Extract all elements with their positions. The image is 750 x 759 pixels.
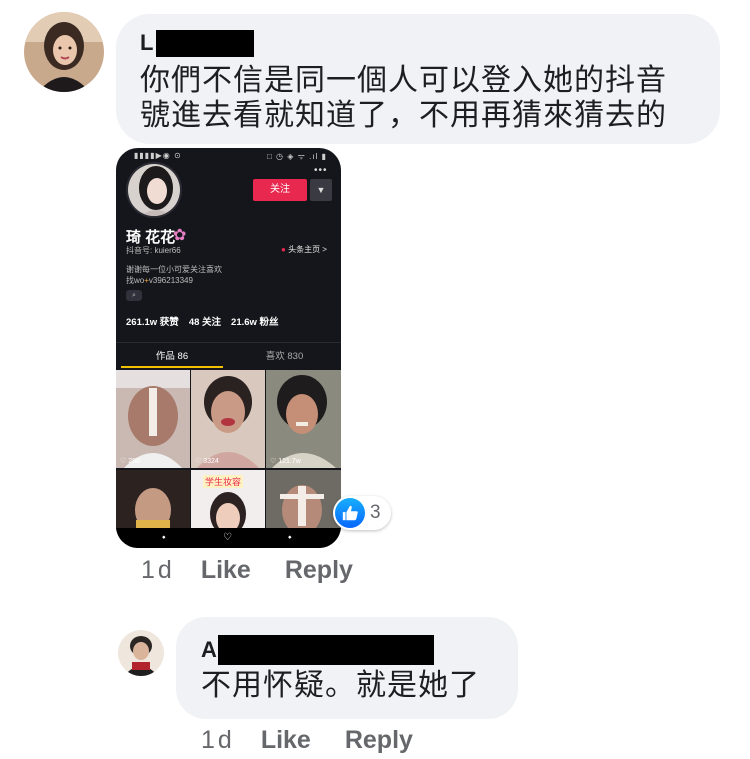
comment-bubble: A 不用怀疑。就是她了 — [176, 617, 518, 719]
toutiao-icon: ● — [281, 245, 286, 254]
redaction-bar — [156, 30, 254, 57]
search-icon: ⌕ — [126, 290, 142, 301]
status-right-icons: □ ◷ ◈ ᯤ .ıl ▮ — [266, 152, 327, 161]
android-nav-bar: ⬩ ♡ ⬩ — [116, 528, 341, 548]
bio-suffix: v396213349 — [148, 276, 193, 285]
like-button[interactable]: Like — [261, 726, 311, 755]
bio-line-2: 找wo+v396213349 — [126, 275, 193, 286]
video-still — [266, 370, 341, 468]
profile-photo — [128, 164, 180, 216]
video-thumbnail: 学生妆容 — [191, 470, 265, 530]
comment-actions: 1d Like Reply — [141, 556, 353, 585]
avatar-photo — [24, 12, 104, 92]
commenter-avatar[interactable] — [24, 12, 104, 92]
comment-timestamp[interactable]: 1d — [201, 726, 235, 755]
screenshot-attachment[interactable]: ▮▮▮▮▶◉ ⊙ □ ◷ ◈ ᯤ .ıl ▮ ••• 关注 ▼ 琦 花花 ✿ 抖… — [116, 148, 341, 548]
like-icon — [335, 498, 365, 528]
stat-followers: 21.6w 粉丝 — [231, 317, 279, 328]
nav-recent-icon: ⬩ — [288, 532, 292, 543]
video-still — [191, 370, 265, 468]
nav-back-icon: ⬩ — [162, 532, 166, 543]
comment-author[interactable]: A — [201, 637, 217, 663]
avatar-photo — [118, 630, 164, 676]
like-button[interactable]: Like — [201, 556, 251, 585]
flower-icon: ✿ — [173, 227, 187, 244]
comment-timestamp[interactable]: 1d — [141, 556, 175, 585]
thumb-caption: 学生妆容 — [203, 475, 244, 488]
video-thumbnail: ♡ 3324 — [191, 370, 265, 468]
bio-line-1: 谢谢每一位小可爱关注喜欢 — [126, 265, 222, 274]
reply-button[interactable]: Reply — [285, 556, 353, 585]
chevron-down-icon: ▼ — [310, 179, 332, 201]
stat-likes: 261.1w 获赞 — [126, 317, 179, 328]
homepage-link: ● 头条主页 > — [281, 244, 327, 255]
tab-indicator — [121, 366, 223, 368]
thumb-likes: ♡ 121.7w — [270, 458, 301, 465]
video-thumbnail — [266, 470, 341, 530]
comment-text-line-1: 你們不信是同一個人可以登入她的抖音 — [140, 64, 667, 97]
nav-home-icon: ♡ — [223, 532, 232, 543]
reaction-count: 3 — [370, 502, 381, 523]
tab-works: 作品 86 — [155, 351, 189, 362]
profile-stats: 261.1w 获赞 48 关注 21.6w 粉丝 — [126, 314, 279, 328]
stat-following: 48 关注 — [188, 317, 222, 328]
profile-avatar — [126, 162, 182, 218]
video-thumbnail: ♡ 121.7w — [266, 370, 341, 468]
redaction-bar — [218, 635, 434, 665]
reaction-summary[interactable]: 3 — [333, 496, 391, 530]
video-still — [116, 470, 190, 530]
follow-button: 关注 — [253, 179, 307, 201]
status-left-icons: ▮▮▮▮▶◉ ⊙ — [134, 151, 182, 160]
douyin-id: 抖音号: kuier66 — [126, 246, 181, 255]
comment-text-line-1: 不用怀疑。就是她了 — [201, 669, 480, 702]
bio-prefix: 找wo — [126, 276, 145, 285]
video-still — [266, 470, 341, 530]
comment-text-line-2: 號進去看就知道了，不用再猜來猜去的 — [140, 99, 667, 132]
profile-name: 琦 花花 — [126, 229, 176, 246]
video-grid: ♡ 288 ♡ 3324 ♡ 121.7w 学生妆容 — [116, 370, 341, 530]
video-thumbnail — [116, 470, 190, 530]
commenter-avatar[interactable] — [118, 630, 164, 676]
reply-button[interactable]: Reply — [345, 726, 413, 755]
thumb-likes: ♡ 3324 — [195, 458, 219, 465]
video-still — [116, 370, 190, 468]
divider — [116, 342, 341, 343]
tab-liked: 喜欢 830 — [265, 351, 304, 362]
comment-author[interactable]: L — [140, 30, 153, 56]
comment-bubble: L 你們不信是同一個人可以登入她的抖音 號進去看就知道了，不用再猜來猜去的 — [116, 14, 720, 144]
comment-actions: 1d Like Reply — [201, 726, 413, 755]
homepage-label: 头条主页 > — [288, 245, 327, 254]
video-thumbnail: ♡ 288 — [116, 370, 190, 468]
thumbs-up-icon — [342, 505, 358, 521]
thumb-likes: ♡ 288 — [120, 458, 140, 465]
more-options-icon: ••• — [314, 165, 328, 176]
